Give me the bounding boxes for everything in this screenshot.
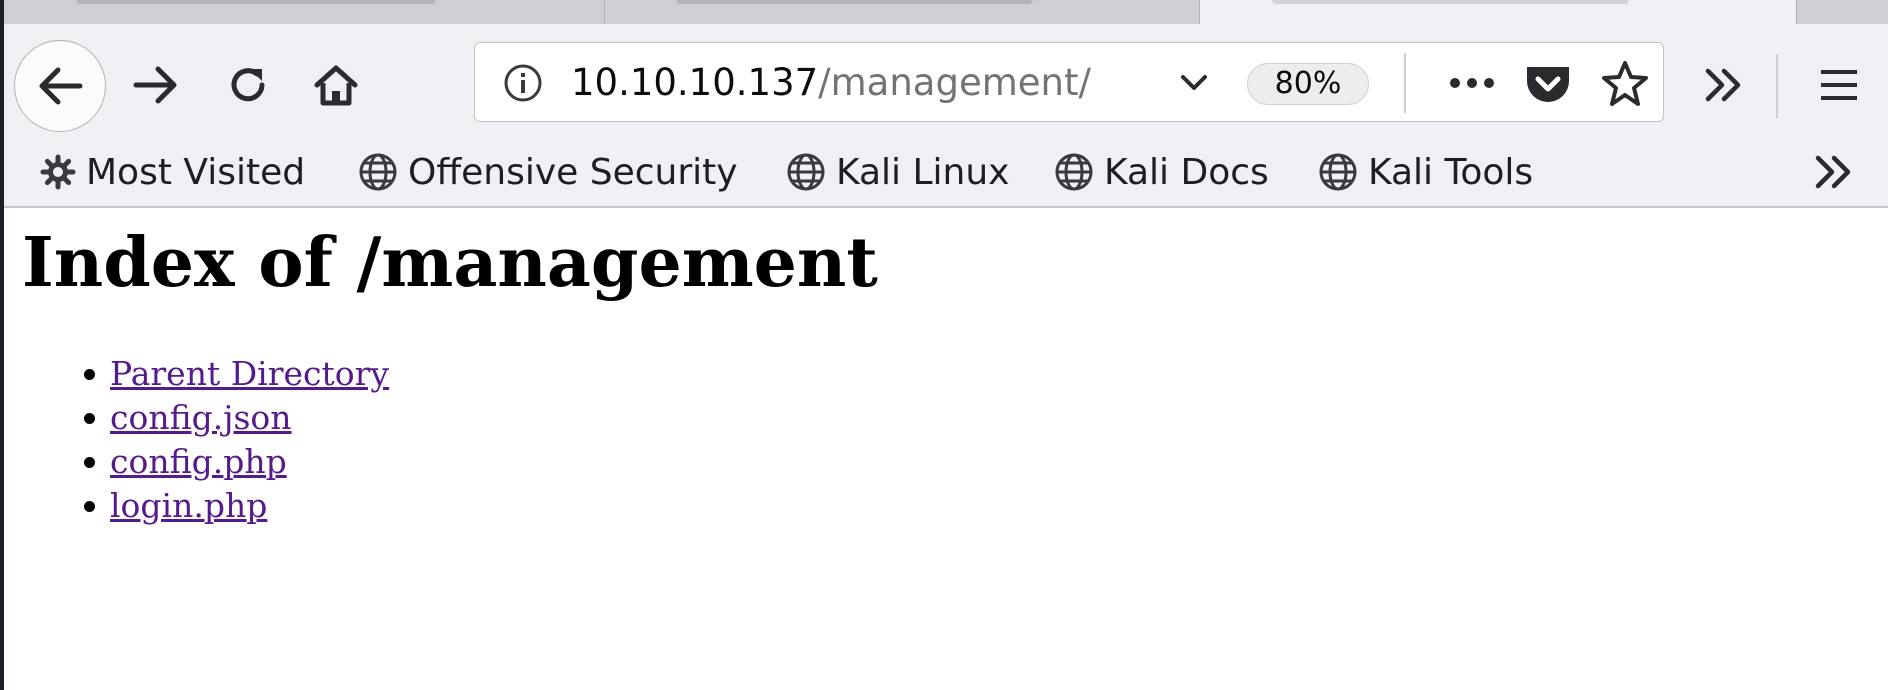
reload-icon	[231, 68, 265, 102]
file-link-login-php[interactable]: login.php	[110, 484, 267, 528]
url-bar[interactable]: 10.10.10.137/management/ 80%	[474, 42, 1664, 122]
zoom-level-badge[interactable]: 80%	[1247, 63, 1369, 105]
file-link-config-php[interactable]: config.php	[110, 440, 287, 484]
bookmark-star-icon[interactable]	[1599, 59, 1651, 109]
parent-directory-link[interactable]: Parent Directory	[110, 352, 389, 396]
chevron-down-icon[interactable]	[1175, 65, 1213, 101]
bookmark-kali-tools[interactable]: Kali Tools	[1318, 148, 1533, 196]
page-title: Index of /management	[22, 223, 878, 303]
home-icon	[314, 65, 358, 106]
tab-strip	[4, 0, 1888, 25]
tab-1[interactable]	[4, 0, 605, 24]
tab-2[interactable]	[605, 0, 1200, 24]
globe-icon	[359, 153, 397, 191]
menu-button[interactable]	[1804, 60, 1874, 110]
navigation-toolbar: 10.10.10.137/management/ 80%	[4, 24, 1888, 138]
bookmark-label: Kali Linux	[836, 151, 1010, 193]
home-button[interactable]	[306, 60, 366, 110]
globe-icon	[1319, 153, 1357, 191]
bullet	[84, 457, 95, 468]
gear-icon	[40, 154, 76, 190]
bookmark-kali-docs[interactable]: Kali Docs	[1054, 148, 1269, 196]
info-icon[interactable]	[503, 63, 543, 103]
double-chevron-right-icon	[1705, 68, 1741, 102]
bullet	[84, 369, 95, 380]
url-text[interactable]: 10.10.10.137/management/	[571, 43, 1091, 123]
tab-active[interactable]	[1200, 0, 1797, 25]
url-host: 10.10.10.137	[571, 61, 819, 104]
hamburger-menu-icon	[1821, 70, 1857, 100]
file-link-config-json[interactable]: config.json	[110, 396, 292, 440]
bookmark-most-visited[interactable]: Most Visited	[40, 148, 305, 196]
bookmarks-overflow-icon[interactable]	[1804, 150, 1866, 194]
bookmark-label: Kali Tools	[1368, 151, 1534, 193]
bookmark-label: Offensive Security	[408, 151, 738, 193]
browser-window: 10.10.10.137/management/ 80% Most Visite…	[4, 0, 1888, 690]
bookmarks-toolbar: Most Visited Offensive Security Kali Lin…	[4, 138, 1888, 208]
globe-icon	[1055, 153, 1093, 191]
bullet	[84, 413, 95, 424]
reload-button[interactable]	[218, 60, 278, 110]
arrow-right-icon	[133, 66, 177, 104]
bullet	[84, 501, 95, 512]
bookmark-kali-linux[interactable]: Kali Linux	[786, 148, 1009, 196]
globe-icon	[787, 153, 825, 191]
url-bar-divider	[1404, 53, 1406, 113]
new-tab-area[interactable]	[1797, 0, 1888, 24]
toolbar-overflow-button[interactable]	[1694, 60, 1754, 110]
more-actions-icon[interactable]	[1441, 61, 1503, 105]
bookmark-label: Most Visited	[86, 151, 306, 193]
url-path: /management/	[818, 61, 1091, 104]
pocket-icon[interactable]	[1523, 61, 1573, 107]
arrow-left-icon	[39, 67, 83, 105]
bookmark-offensive-security[interactable]: Offensive Security	[358, 148, 738, 196]
page-content: Index of /management Parent Directory co…	[4, 208, 1888, 690]
forward-button[interactable]	[126, 60, 186, 110]
bookmark-label: Kali Docs	[1104, 151, 1269, 193]
toolbar-divider	[1776, 54, 1778, 118]
back-button[interactable]	[14, 40, 106, 132]
